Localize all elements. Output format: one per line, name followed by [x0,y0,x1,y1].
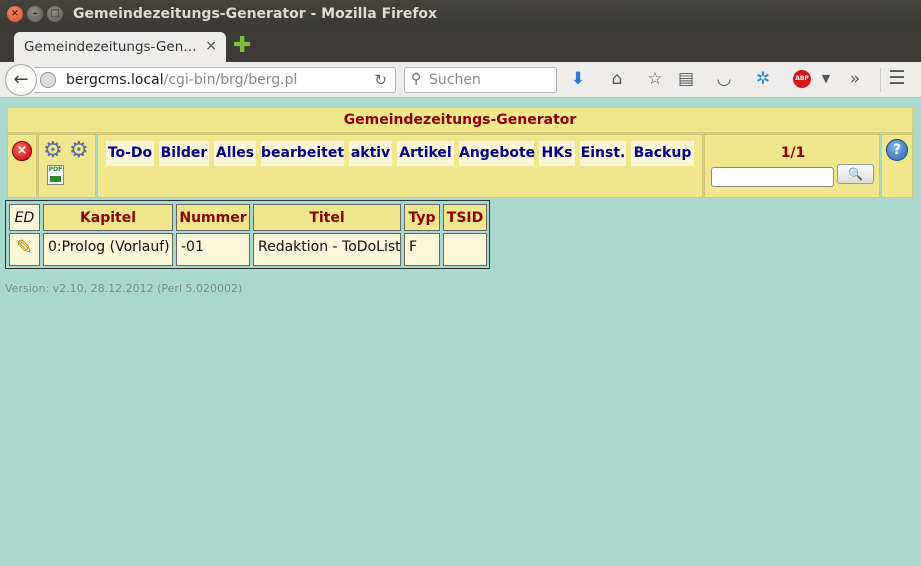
help-panel: ? [881,134,913,198]
action-panel: × [7,134,37,198]
articles-table: ED Kapitel Nummer Titel Typ TSID ✎ 0:Pro… [5,200,490,269]
column-header-kapitel[interactable]: Kapitel [43,204,173,231]
bookmark-star-icon[interactable]: ☆ [644,69,666,89]
nav-link-backup[interactable]: Backup [631,141,694,166]
adblock-plus-icon[interactable]: ABP [793,70,811,88]
search-icon: ⚲ [411,71,422,87]
nav-panel: To-Do Bilder Alles bearbeitet aktiv Arti… [97,134,703,198]
nav-link-artikel[interactable]: Artikel [397,141,454,166]
pocket-icon[interactable]: ◡ [713,69,735,89]
table-cell-typ: F [404,233,440,266]
pdf-icon[interactable]: PDF [47,165,64,185]
page-title: Gemeindezeitungs-Generator [343,112,577,128]
tab-active[interactable]: Gemeindezeitungs-Gen… × [14,32,226,62]
navigation-toolbar: bergcms.local/cgi-bin/brg/berg.pl ↻ ← ⚲ … [0,62,921,98]
url-bar[interactable]: bergcms.local/cgi-bin/brg/berg.pl ↻ [34,67,396,93]
edit-pencil-icon[interactable]: ✎ [9,233,40,266]
column-header-titel[interactable]: Titel [253,204,401,231]
column-header-ed: ED [9,204,40,231]
download-icon[interactable]: ⬇ [567,69,589,89]
version-info: Version: v2.10, 28.12.2012 (Perl 5.02000… [5,282,243,295]
site-info-icon[interactable] [40,72,56,88]
search-placeholder: Suchen [429,72,481,88]
window-titlebar: × – □ Gemeindezeitungs-Generator - Mozil… [0,0,921,29]
search-input[interactable]: ⚲ Suchen [404,67,557,93]
nav-link-todo[interactable]: To-Do [106,141,154,166]
page-search-input[interactable] [711,167,834,187]
column-header-tsid[interactable]: TSID [443,204,487,231]
nav-link-alles[interactable]: Alles [214,141,256,166]
nav-link-einst[interactable]: Einst. [580,141,626,166]
page-header: Gemeindezeitungs-Generator [7,107,913,133]
window-maximize-button[interactable]: □ [47,6,63,22]
nav-link-angebote[interactable]: Angebote [459,141,535,166]
tab-strip: Gemeindezeitungs-Gen… × ✚ [0,29,921,62]
page-count: 1/1 [780,145,806,161]
window-close-button[interactable]: × [7,6,23,22]
home-icon[interactable]: ⌂ [606,69,628,89]
nav-link-hks[interactable]: HKs [539,141,575,166]
menu-icon[interactable]: ☰ [886,67,908,89]
extension-icon[interactable]: ✲ [752,69,774,89]
delete-icon[interactable]: × [12,141,32,161]
pagination-panel: 1/1 🔍 [704,134,880,198]
url-host: bergcms.local [66,72,164,88]
url-path: /cgi-bin/brg/berg.pl [163,72,298,88]
url-text: bergcms.local/cgi-bin/brg/berg.pl [66,72,297,88]
nav-link-aktiv[interactable]: aktiv [349,141,392,166]
table-cell-nummer: -01 [176,233,250,266]
user-settings-icon[interactable]: ⚙ [69,138,89,163]
window-title: Gemeindezeitungs-Generator - Mozilla Fir… [73,6,438,22]
table-cell-tsid [443,233,487,266]
settings-icon[interactable]: ⚙ [43,138,63,163]
nav-link-bilder[interactable]: Bilder [159,141,209,166]
column-header-nummer[interactable]: Nummer [176,204,250,231]
magnifier-icon: 🔍 [848,167,863,181]
nav-link-bearbeitet[interactable]: bearbeitet [261,141,344,166]
toolbar-separator [880,68,881,92]
tab-close-icon[interactable]: × [205,38,217,54]
settings-panel: ⚙ ⚙ PDF [38,134,96,198]
tab-label: Gemeindezeitungs-Gen… [24,39,197,55]
column-header-typ[interactable]: Typ [404,204,440,231]
overflow-icon[interactable]: » [844,69,866,89]
table-cell-titel: Redaktion - ToDoList [253,233,401,266]
table-cell-kapitel: 0:Prolog (Vorlauf) [43,233,173,266]
reading-list-icon[interactable]: ▤ [675,69,697,89]
search-button[interactable]: 🔍 [837,164,874,184]
back-icon[interactable]: ← [5,64,37,96]
reload-icon[interactable]: ↻ [374,71,387,89]
chevron-down-icon[interactable]: ▼ [815,72,837,85]
window-minimize-button[interactable]: – [27,6,43,22]
help-icon[interactable]: ? [886,139,908,161]
new-tab-icon[interactable]: ✚ [233,33,251,58]
